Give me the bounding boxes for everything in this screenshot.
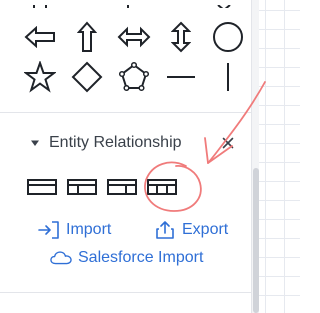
diagram-canvas[interactable] (259, 0, 300, 313)
shape-arrow-left[interactable] (22, 19, 58, 55)
vertical-line-icon (227, 63, 229, 91)
arrow-up-down-icon (171, 21, 191, 53)
export-icon (154, 220, 176, 240)
er-shape-entity-three-column[interactable] (147, 177, 177, 197)
import-label: Import (66, 221, 112, 238)
er-entity-three-column-icon (147, 179, 177, 195)
shape-arrow-up-down[interactable] (163, 19, 199, 55)
er-entity-two-column-icon (67, 179, 97, 195)
pentagon-icon (118, 61, 150, 92)
section-title: Entity Relationship (49, 134, 182, 151)
er-entity-two-column-alt-icon (107, 179, 137, 195)
shape-circle[interactable] (210, 19, 246, 55)
panel-scrollbar-thumb[interactable] (253, 168, 259, 313)
shape-arrow-up[interactable] (69, 19, 105, 55)
shape-horizontal-line[interactable] (163, 59, 199, 95)
arrow-left-icon (24, 26, 55, 48)
shape-row-1 (22, 19, 246, 55)
circle-icon (213, 22, 243, 52)
clipped-shape-row-top (22, 0, 246, 8)
arrow-up-icon (77, 21, 97, 52)
er-shape-row (27, 177, 177, 197)
er-entity-single-icon (27, 179, 57, 195)
caret-down-icon[interactable] (30, 138, 40, 148)
shape-library-scroll-area: Entity Relationship Import Export Salesf… (0, 0, 251, 313)
import-icon (38, 220, 60, 240)
shape-vertical-line[interactable] (210, 59, 246, 95)
bottom-divider (0, 292, 251, 293)
section-close-button[interactable] (219, 134, 237, 152)
export-label: Export (182, 221, 229, 238)
salesforce-import-label: Salesforce Import (78, 249, 204, 266)
shape-library-panel: Entity Relationship Import Export Salesf… (0, 0, 259, 313)
close-icon (222, 137, 234, 149)
horizontal-line-icon (167, 76, 195, 78)
er-shape-entity-two-column[interactable] (67, 177, 97, 197)
section-header-entity-relationship[interactable]: Entity Relationship (0, 125, 251, 161)
star-icon (24, 61, 56, 93)
panel-scrollbar[interactable] (251, 0, 259, 313)
export-link[interactable]: Export (154, 220, 228, 240)
section-divider (0, 112, 251, 113)
shape-diamond[interactable] (69, 59, 105, 95)
shape-arrow-left-right[interactable] (116, 19, 152, 55)
arrow-left-right-icon (117, 26, 151, 48)
er-shape-entity-single[interactable] (27, 177, 57, 197)
salesforce-import-link[interactable]: Salesforce Import (50, 248, 203, 268)
diamond-icon (71, 61, 103, 93)
shape-pentagon[interactable] (116, 59, 152, 95)
cloud-icon (50, 248, 72, 268)
shape-row-2 (22, 59, 246, 95)
er-shape-entity-two-column-alt[interactable] (107, 177, 137, 197)
shape-star[interactable] (22, 59, 58, 95)
import-link[interactable]: Import (38, 220, 111, 240)
